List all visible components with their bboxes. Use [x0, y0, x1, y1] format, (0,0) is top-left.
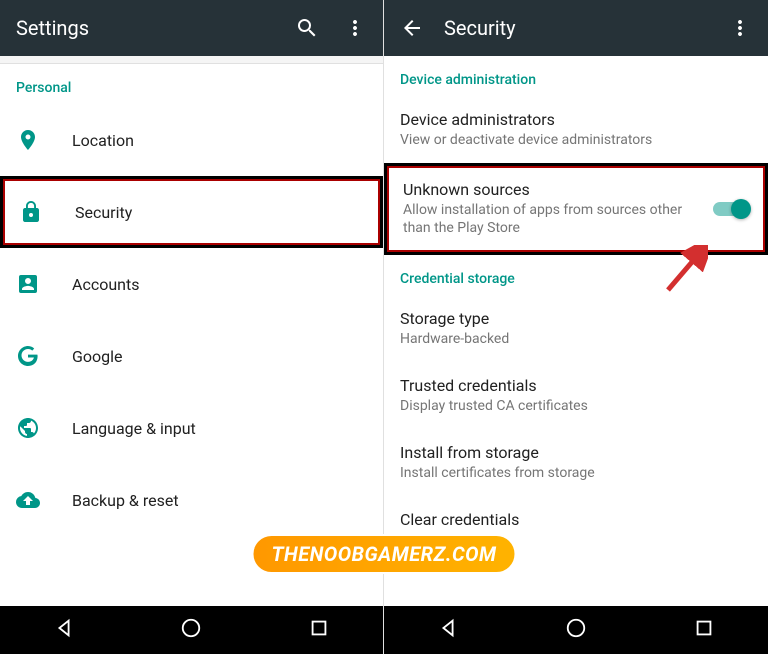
watermark: THENOOBGAMERZ.COM	[251, 534, 516, 574]
sidebar-item-language[interactable]: Language & input	[0, 392, 383, 464]
page-title: Security	[444, 16, 708, 40]
globe-icon	[16, 416, 72, 440]
lock-icon	[19, 200, 75, 224]
setting-storage-type[interactable]: Storage type Hardware-backed	[384, 295, 768, 362]
setting-subtitle: View or deactivate device administrators	[400, 131, 752, 149]
back-arrow-icon[interactable]	[400, 16, 424, 40]
more-icon[interactable]	[343, 16, 367, 40]
toggle-unknown-sources[interactable]	[713, 199, 749, 219]
annotation-arrow	[658, 245, 708, 299]
sidebar-item-location[interactable]: Location	[0, 104, 383, 176]
section-personal: Personal	[0, 64, 383, 104]
setting-subtitle: Hardware-backed	[400, 330, 752, 348]
divider	[0, 56, 383, 64]
item-label: Backup & reset	[72, 491, 179, 510]
setting-title: Unknown sources	[403, 180, 713, 199]
setting-subtitle: Display trusted CA certificates	[400, 397, 752, 415]
more-icon[interactable]	[728, 16, 752, 40]
setting-unknown-sources[interactable]: Unknown sources Allow installation of ap…	[384, 163, 768, 254]
setting-title: Clear credentials	[400, 510, 752, 529]
page-title: Settings	[16, 16, 275, 40]
appbar-security: Security	[384, 0, 768, 56]
nav-home-icon[interactable]	[565, 617, 587, 643]
setting-subtitle: Allow installation of apps from sources …	[403, 201, 713, 237]
location-icon	[16, 128, 72, 152]
section-credential-storage: Credential storage	[384, 255, 768, 295]
item-label: Location	[72, 131, 134, 150]
nav-recent-icon[interactable]	[693, 617, 715, 643]
setting-device-administrators[interactable]: Device administrators View or deactivate…	[384, 96, 768, 163]
setting-install-storage[interactable]: Install from storage Install certificate…	[384, 429, 768, 496]
appbar-settings: Settings	[0, 0, 383, 56]
google-icon	[16, 344, 72, 368]
nav-back-icon[interactable]	[53, 617, 75, 643]
navbar	[0, 606, 383, 654]
item-label: Accounts	[72, 275, 139, 294]
nav-back-icon[interactable]	[437, 617, 459, 643]
nav-recent-icon[interactable]	[308, 617, 330, 643]
item-label: Security	[75, 203, 132, 222]
backup-icon	[16, 488, 72, 512]
sidebar-item-backup[interactable]: Backup & reset	[0, 464, 383, 536]
item-label: Language & input	[72, 419, 196, 438]
setting-subtitle: Install certificates from storage	[400, 464, 752, 482]
setting-title: Device administrators	[400, 110, 752, 129]
item-label: Google	[72, 347, 123, 366]
nav-home-icon[interactable]	[180, 617, 202, 643]
sidebar-item-google[interactable]: Google	[0, 320, 383, 392]
account-icon	[16, 272, 72, 296]
sidebar-item-accounts[interactable]: Accounts	[0, 248, 383, 320]
setting-title: Trusted credentials	[400, 376, 752, 395]
setting-title: Install from storage	[400, 443, 752, 462]
setting-trusted-credentials[interactable]: Trusted credentials Display trusted CA c…	[384, 362, 768, 429]
section-device-admin: Device administration	[384, 56, 768, 96]
navbar	[384, 606, 768, 654]
sidebar-item-security[interactable]: Security	[0, 176, 383, 248]
setting-title: Storage type	[400, 309, 752, 328]
search-icon[interactable]	[295, 16, 319, 40]
